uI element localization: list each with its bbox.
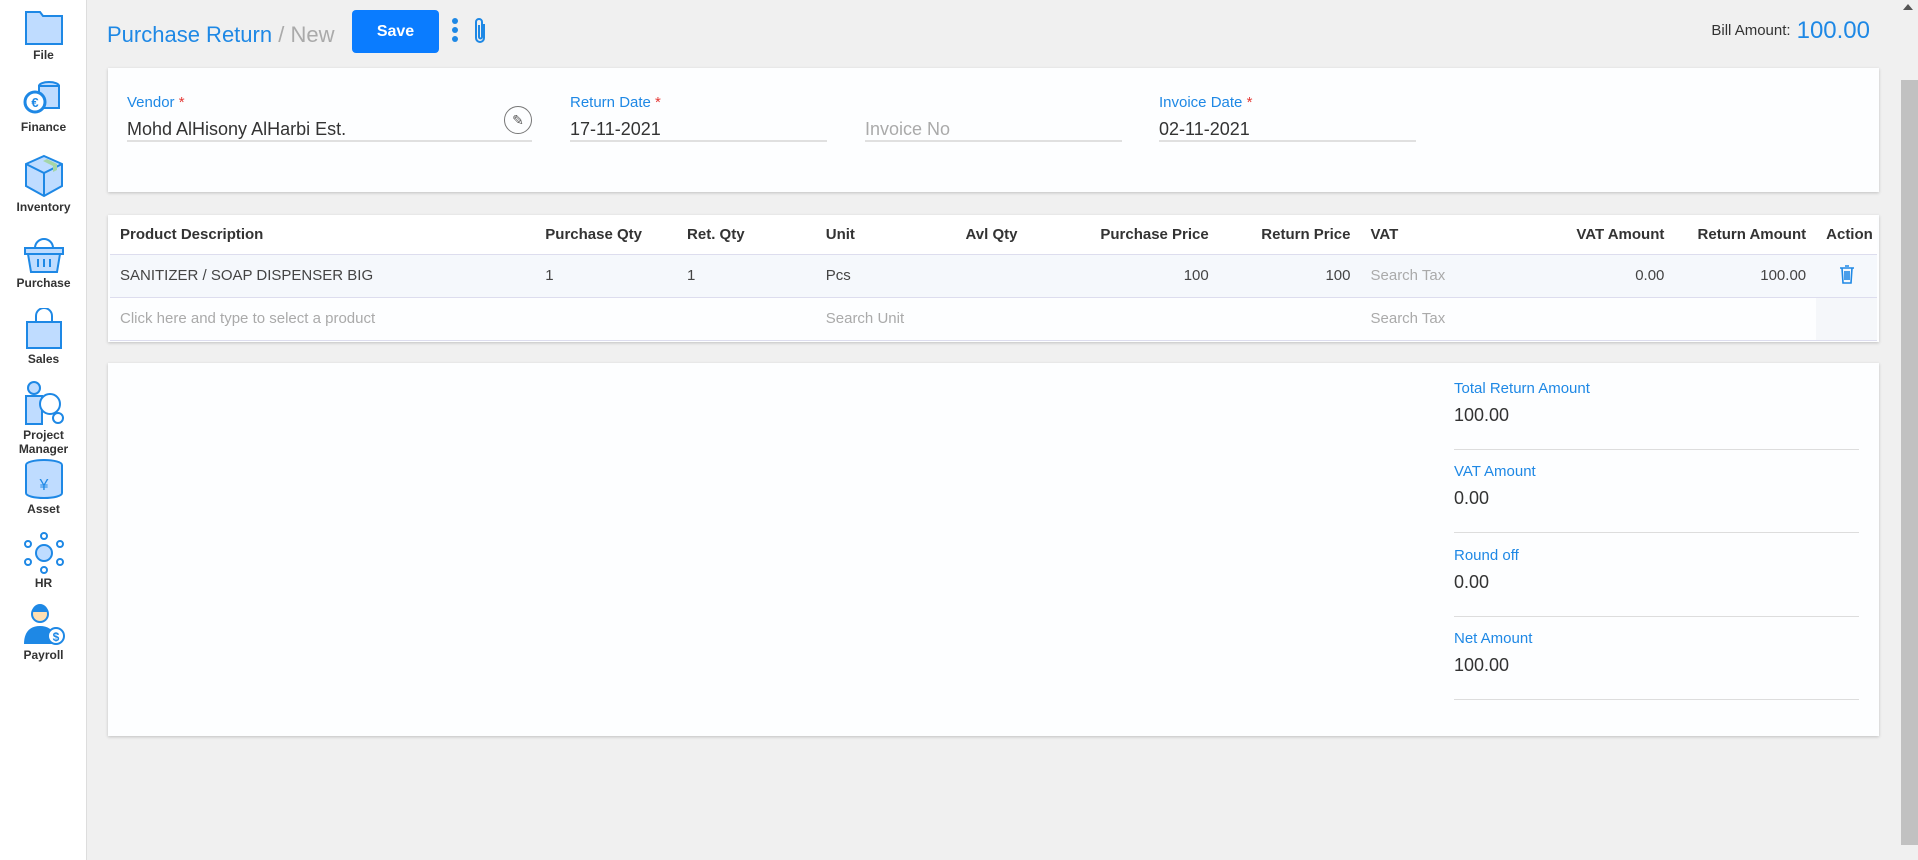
table-header-row: Product Description Purchase Qty Ret. Qt… [110, 215, 1877, 255]
more-options-icon[interactable] [450, 18, 460, 46]
net-amount: Net Amount 100.00 [1454, 630, 1859, 700]
product-cell[interactable]: SANITIZER / SOAP DISPENSER BIG [110, 254, 536, 298]
scrollbar-thumb[interactable] [1901, 80, 1918, 845]
vat-amount-cell: 0.00 [1492, 254, 1675, 298]
edit-vendor-icon[interactable]: ✎ [504, 106, 532, 134]
summary-card: Total Return Amount 100.00 VAT Amount 0.00… [108, 363, 1879, 736]
vertical-scrollbar[interactable] [1898, 0, 1918, 860]
purchase-price-cell: 100 [1066, 254, 1219, 298]
sidebar-item-inventory[interactable]: Inventory [0, 154, 87, 214]
invoice-date-field[interactable]: Invoice Date * 02-11-2021 [1159, 94, 1416, 142]
vat-amount-total: VAT Amount 0.00 [1454, 463, 1859, 533]
delete-row-button[interactable] [1816, 254, 1877, 298]
box-icon [24, 154, 63, 198]
vat-search-input[interactable]: Search Tax [1360, 254, 1493, 298]
basket-icon [23, 238, 64, 273]
svg-text:$: $ [52, 630, 59, 644]
payroll-icon: $ [23, 604, 65, 645]
sidebar: File € Finance Inventory Purchase Sales … [0, 0, 87, 860]
total-return-amount: Total Return Amount 100.00 [1454, 380, 1859, 450]
table-row[interactable]: SANITIZER / SOAP DISPENSER BIG 1 1 Pcs 1… [110, 254, 1877, 298]
bill-amount: Bill Amount: 100.00 [1711, 17, 1870, 44]
attachment-icon[interactable] [472, 16, 488, 46]
products-table: Product Description Purchase Qty Ret. Qt… [110, 215, 1877, 341]
invoice-no-input[interactable]: Invoice No [865, 94, 1122, 142]
new-product-row[interactable]: Click here and type to select a product … [110, 297, 1877, 341]
coins-icon: € [23, 81, 60, 114]
sidebar-item-asset[interactable]: ¥ Asset [0, 458, 87, 516]
shopping-bag-icon [25, 308, 62, 349]
page-title: Purchase Return / New [107, 22, 335, 47]
trash-icon[interactable] [1839, 264, 1855, 284]
folder-icon [24, 11, 63, 45]
project-icon [24, 381, 64, 425]
products-table-card: Product Description Purchase Qty Ret. Qt… [108, 215, 1879, 342]
breadcrumb-purchase-return[interactable]: Purchase Return [107, 22, 272, 47]
sidebar-item-file[interactable]: File [0, 8, 87, 62]
header-form-card: Vendor * Mohd AlHisony AlHarbi Est. ✎ Re… [108, 68, 1879, 192]
save-button[interactable]: Save [352, 10, 439, 53]
sidebar-item-hr[interactable]: HR [0, 532, 87, 590]
sidebar-item-purchase[interactable]: Purchase [0, 234, 87, 290]
return-amount-cell: 100.00 [1674, 254, 1817, 298]
return-date-field[interactable]: Return Date * 17-11-2021 [570, 94, 827, 142]
avl-qty-cell [955, 254, 1067, 298]
ret-qty-cell[interactable]: 1 [677, 254, 816, 298]
sidebar-item-finance[interactable]: € Finance [0, 80, 87, 134]
round-off-field[interactable]: Round off 0.00 [1454, 547, 1859, 617]
purchase-qty-cell: 1 [535, 254, 678, 298]
sidebar-item-sales[interactable]: Sales [0, 308, 87, 366]
scroll-up-icon[interactable] [1903, 4, 1913, 10]
unit-cell[interactable]: Pcs [815, 254, 956, 298]
sidebar-item-payroll[interactable]: $ Payroll [0, 604, 87, 662]
vat-search-input-new[interactable]: Search Tax [1360, 297, 1817, 341]
svg-text:€: € [31, 95, 38, 110]
svg-text:¥: ¥ [38, 477, 48, 494]
breadcrumb-new: New [290, 22, 335, 47]
network-icon [23, 532, 64, 574]
sidebar-item-project-manager[interactable]: Project Manager [0, 380, 87, 456]
return-price-cell[interactable]: 100 [1218, 254, 1361, 298]
unit-search-input[interactable]: Search Unit [815, 297, 1361, 341]
vendor-field[interactable]: Vendor * Mohd AlHisony AlHarbi Est. ✎ [127, 94, 532, 142]
database-icon: ¥ [24, 459, 63, 500]
product-search-input[interactable]: Click here and type to select a product [110, 297, 816, 341]
